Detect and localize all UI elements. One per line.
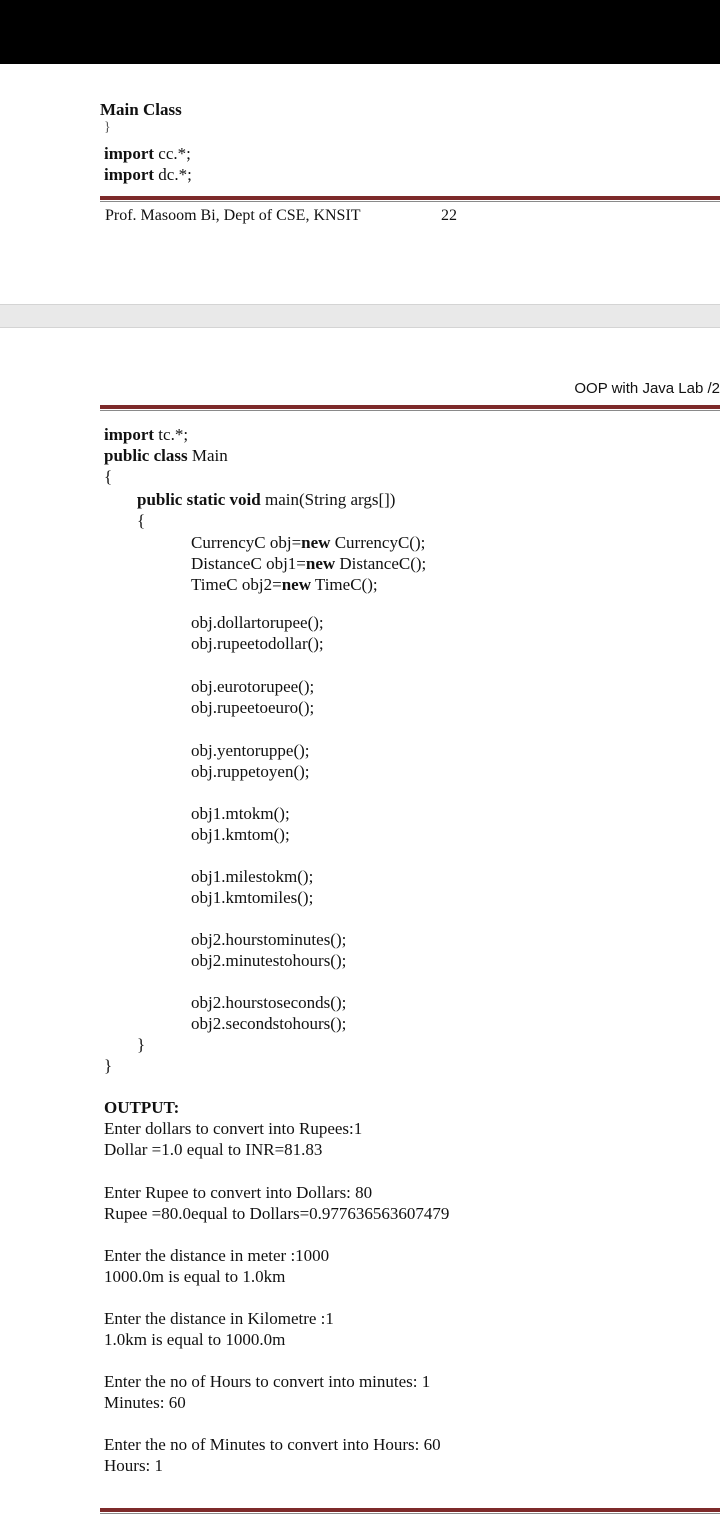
- import-line-1: import cc.*;: [104, 144, 191, 163]
- output-line: Enter the distance in meter :1000: [104, 1246, 330, 1265]
- output-line: 1.0km is equal to 1000.0m: [104, 1330, 286, 1349]
- footer-rule: [100, 196, 720, 200]
- page-header-title: OOP with Java Lab /2: [574, 380, 720, 397]
- section-heading: Main Class: [100, 100, 182, 119]
- header-rule: [100, 405, 720, 409]
- page-number: 22: [441, 207, 457, 224]
- code-line: obj.ruppetoyen();: [191, 762, 310, 781]
- output-line: Rupee =80.0equal to Dollars=0.9776365636…: [104, 1204, 450, 1223]
- code-line: obj2.minutestohours();: [191, 951, 347, 970]
- code-line: CurrencyC obj=new CurrencyC();: [191, 533, 426, 552]
- code-line: obj1.mtokm();: [191, 804, 290, 823]
- code-line: obj1.kmtomiles();: [191, 888, 314, 907]
- code-line: public static void main(String args[]): [137, 490, 396, 509]
- code-line: obj.eurotorupee();: [191, 677, 315, 696]
- code-line: DistanceC obj1=new DistanceC();: [191, 554, 427, 573]
- bottom-rule: [100, 1508, 720, 1512]
- code-line: import tc.*;: [104, 425, 189, 444]
- code-line: obj.rupeetoeuro();: [191, 698, 315, 717]
- status-bar: [0, 0, 720, 64]
- code-line: obj.yentoruppe();: [191, 741, 310, 760]
- output-line: 1000.0m is equal to 1.0km: [104, 1267, 286, 1286]
- header-rule-thin: [100, 410, 720, 411]
- code-line: obj2.hourstominutes();: [191, 930, 347, 949]
- page-separator: [0, 304, 720, 328]
- code-line: obj.rupeetodollar();: [191, 634, 324, 653]
- code-line: {: [137, 511, 146, 530]
- output-line: Enter Rupee to convert into Dollars: 80: [104, 1183, 373, 1202]
- code-line: obj2.hourstoseconds();: [191, 993, 347, 1012]
- output-heading: OUTPUT:: [104, 1098, 180, 1117]
- output-line: Dollar =1.0 equal to INR=81.83: [104, 1140, 323, 1159]
- closing-brace: }: [104, 120, 111, 135]
- output-line: Enter dollars to convert into Rupees:1: [104, 1119, 363, 1138]
- footer-rule-thin: [100, 201, 720, 202]
- output-line: Minutes: 60: [104, 1393, 186, 1412]
- output-line: Enter the no of Minutes to convert into …: [104, 1435, 441, 1454]
- import-line-2: import dc.*;: [104, 165, 192, 184]
- bottom-rule-thin: [100, 1513, 720, 1514]
- code-line: obj2.secondstohours();: [191, 1014, 347, 1033]
- output-line: Hours: 1: [104, 1456, 164, 1475]
- output-line: Enter the distance in Kilometre :1: [104, 1309, 334, 1328]
- document-page-22: } Main Class import cc.*; import dc.*; P…: [0, 64, 720, 304]
- code-line: obj.dollartorupee();: [191, 613, 324, 632]
- code-line: }: [137, 1035, 146, 1054]
- code-line: obj1.milestokm();: [191, 867, 314, 886]
- code-line: {: [104, 467, 113, 486]
- page-footer-author: Prof. Masoom Bi, Dept of CSE, KNSIT: [105, 207, 361, 224]
- output-line: Enter the no of Hours to convert into mi…: [104, 1372, 431, 1391]
- code-line: }: [104, 1056, 113, 1075]
- code-line: TimeC obj2=new TimeC();: [191, 575, 378, 594]
- code-line: obj1.kmtom();: [191, 825, 290, 844]
- code-line: public class Main: [104, 446, 228, 465]
